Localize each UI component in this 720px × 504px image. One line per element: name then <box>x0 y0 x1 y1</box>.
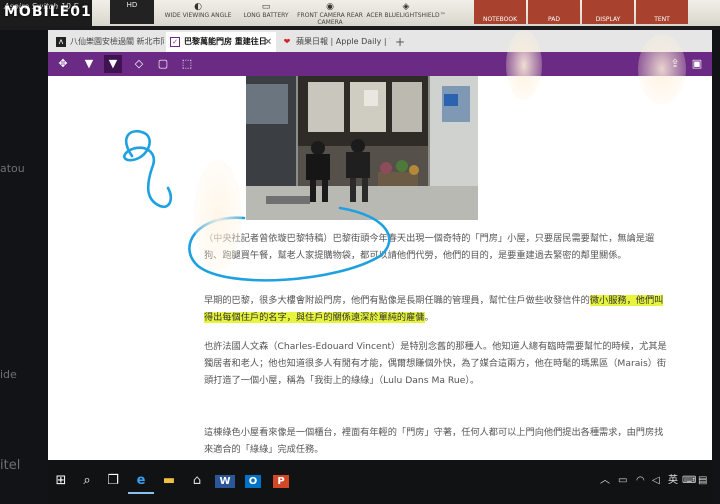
notifications-icon[interactable]: ▤ <box>698 472 707 490</box>
tab-title: 八仙樂園安檢過關 新北市同 <box>70 37 164 46</box>
article-content: （中央社記者曾依璇巴黎特稿）巴黎街頭今年春天出現一個奇特的「門房」小屋，只要居民… <box>48 76 712 464</box>
chevron-up-icon[interactable]: ︿ <box>600 472 610 490</box>
keyboard-icon[interactable]: ⌨ <box>682 472 696 490</box>
battery-icon[interactable]: ▭ <box>618 472 627 490</box>
apple-icon: ❤ <box>283 37 291 46</box>
browser-tab-bar: ʌ 八仙樂園安檢過關 新北市同 ✓ 巴黎萬能門房 重建往日 × ❤ 蘋果日報 |… <box>48 30 712 52</box>
feature-bluelightshield: ◈ ACER BLUELIGHTSHIELD™ <box>366 2 446 19</box>
device-top-bezel: Aspire Switch 10 E HD ◐ WIDE VIEWING ANGL… <box>0 0 720 30</box>
powerpoint-icon[interactable]: P <box>268 468 294 494</box>
network-icon[interactable]: ◠ <box>636 472 645 490</box>
edge-icon[interactable]: e <box>128 468 154 494</box>
new-tab-button[interactable]: + <box>392 32 408 52</box>
watermark: MOBILE01 <box>4 4 92 20</box>
pan-icon[interactable]: ✥ <box>54 55 72 73</box>
mode-notebook: NOTEBOOK <box>474 0 526 24</box>
device-left-bezel: atou ide itel <box>0 30 48 504</box>
search-icon[interactable]: ⌕ <box>74 468 100 494</box>
tab-paris-concierge[interactable]: ✓ 巴黎萬能門房 重建往日 × <box>166 32 276 52</box>
article-paragraph-1: （中央社記者曾依璇巴黎特稿）巴黎街頭今年春天出現一個奇特的「門房」小屋，只要居民… <box>204 233 655 262</box>
close-icon[interactable]: × <box>264 32 272 52</box>
tab-title: 蘋果日報 | Apple Daily | 首 <box>296 37 390 46</box>
article-paragraph-4: 這棟綠色小屋看來像是一個櫃台，裡面有年輕的「門房」守著，任何人都可以上門向他們提… <box>204 427 664 456</box>
comment-icon[interactable]: ▢ <box>154 55 172 73</box>
clip-icon[interactable]: ⬚ <box>178 55 196 73</box>
tab-title: 巴黎萬能門房 重建往日 <box>184 37 267 46</box>
mode-display: DISPLAY <box>582 0 634 24</box>
tab-apple-daily[interactable]: ❤ 蘋果日報 | Apple Daily | 首 <box>278 32 390 52</box>
eraser-icon[interactable]: ◇ <box>130 55 148 73</box>
outlook-icon[interactable]: O <box>240 468 266 494</box>
mode-icons: NOTEBOOK PAD DISPLAY TENT <box>474 0 690 26</box>
paragraph-2-text: 早期的巴黎，很多大樓會附設門房，他們有點像是長期任職的管理員，幫忙住戶做些收發信… <box>204 295 590 306</box>
windows-start-icon[interactable]: ⊞ <box>48 468 74 494</box>
save-icon[interactable]: ▣ <box>688 55 706 73</box>
pen-icon[interactable]: ▼ <box>80 55 98 73</box>
web-note-toolbar: ✥ ▼ ▼ ◇ ▢ ⬚ ⇪ ▣ <box>48 52 712 76</box>
article-paragraph-2: 早期的巴黎，很多大樓會附設門房，他們有點像是長期任職的管理員，幫忙住戶做些收發信… <box>204 292 669 326</box>
ime-indicator[interactable]: 英 <box>668 472 678 490</box>
article-paragraph-3: 也許法國人文森（Charles-Edouard Vincent）是特別念舊的那種… <box>204 341 667 387</box>
word-icon[interactable]: W <box>212 468 238 494</box>
mode-pad: PAD <box>528 0 580 24</box>
volume-icon[interactable]: ◁ <box>652 472 660 490</box>
tab-baxian[interactable]: ʌ 八仙樂園安檢過關 新北市同 <box>52 32 164 52</box>
bezel-text-mid: ide <box>0 368 17 381</box>
store-icon[interactable]: ⌂ <box>184 468 210 494</box>
bezel-text-bottom: itel <box>0 458 21 473</box>
device-right-bezel <box>712 30 720 504</box>
mode-tent: TENT <box>636 0 688 24</box>
share-icon[interactable]: ⇪ <box>666 55 684 73</box>
product-box: Aspire Switch 10 E HD ◐ WIDE VIEWING ANGL… <box>0 0 720 26</box>
windows-taskbar: ⊞ ⌕ ❐ e ▬ ⌂ W O P ︿ ▭ ◠ ◁ 英 ⌨ ▤ <box>48 460 712 504</box>
highlighter-icon[interactable]: ▼ <box>104 55 122 73</box>
task-view-icon[interactable]: ❐ <box>100 468 126 494</box>
hd-badge: HD <box>110 0 154 24</box>
paragraph-2-end: 。 <box>424 312 434 324</box>
screen: ʌ 八仙樂園安檢過關 新北市同 ✓ 巴黎萬能門房 重建往日 × ❤ 蘋果日報 |… <box>48 30 712 504</box>
bookmark-icon: ʌ <box>56 37 66 47</box>
file-explorer-icon[interactable]: ▬ <box>156 468 182 494</box>
page-icon: ✓ <box>170 37 180 47</box>
bezel-text-top: atou <box>0 162 25 175</box>
article-photo <box>246 76 478 220</box>
